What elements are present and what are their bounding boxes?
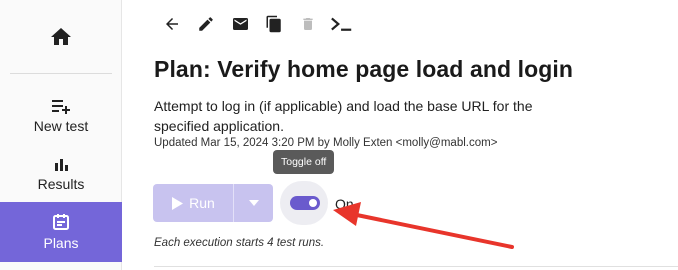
- plan-toolbar: [160, 12, 364, 36]
- envelope-icon: [232, 18, 248, 30]
- sidebar-item-label: New test: [33, 118, 89, 134]
- arrow-left-icon: [166, 18, 178, 30]
- delete-button[interactable]: [296, 12, 320, 36]
- page-title: Plan: Verify home page load and login: [154, 56, 574, 82]
- plan-active-toggle[interactable]: [290, 196, 320, 210]
- back-button[interactable]: [160, 12, 184, 36]
- edit-button[interactable]: [194, 12, 218, 36]
- updated-info: Updated Mar 15, 2024 3:20 PM by Molly Ex…: [154, 137, 498, 149]
- email-button[interactable]: [228, 12, 252, 36]
- sidebar-item-plans[interactable]: Plans: [0, 202, 122, 262]
- toggle-knob: [309, 199, 317, 207]
- terminal-icon: [331, 17, 352, 31]
- trash-icon: [303, 18, 313, 30]
- sidebar-item-label: Plans: [43, 235, 79, 251]
- duplicate-button[interactable]: [262, 12, 286, 36]
- cli-button[interactable]: [330, 12, 354, 36]
- pencil-icon: [199, 17, 213, 31]
- playlist-add-icon: [52, 100, 70, 114]
- copy-icon: [266, 15, 281, 33]
- home-icon: [51, 28, 71, 45]
- home-button[interactable]: [0, 0, 122, 74]
- sidebar-item-new-test[interactable]: New test: [0, 86, 122, 146]
- sidebar: New test Results Plans: [0, 0, 122, 270]
- section-divider: [154, 266, 678, 267]
- run-button-group: Run: [153, 184, 273, 222]
- sidebar-divider: [10, 73, 112, 74]
- play-icon: [172, 196, 184, 210]
- run-options-dropdown[interactable]: [234, 184, 273, 222]
- sidebar-item-results[interactable]: Results: [0, 144, 122, 204]
- bar-chart-icon: [55, 159, 68, 171]
- calendar-icon: [53, 214, 69, 230]
- toggle-state-label: On: [335, 196, 354, 212]
- toggle-tooltip: Toggle off: [273, 150, 335, 174]
- plan-description: Attempt to log in (if applicable) and lo…: [154, 98, 533, 134]
- caret-down-icon: [248, 200, 259, 206]
- run-button-label: Run: [189, 195, 215, 211]
- execution-note: Each execution starts 4 test runs.: [154, 237, 325, 249]
- run-button[interactable]: Run: [153, 184, 233, 222]
- sidebar-item-label: Results: [37, 176, 85, 192]
